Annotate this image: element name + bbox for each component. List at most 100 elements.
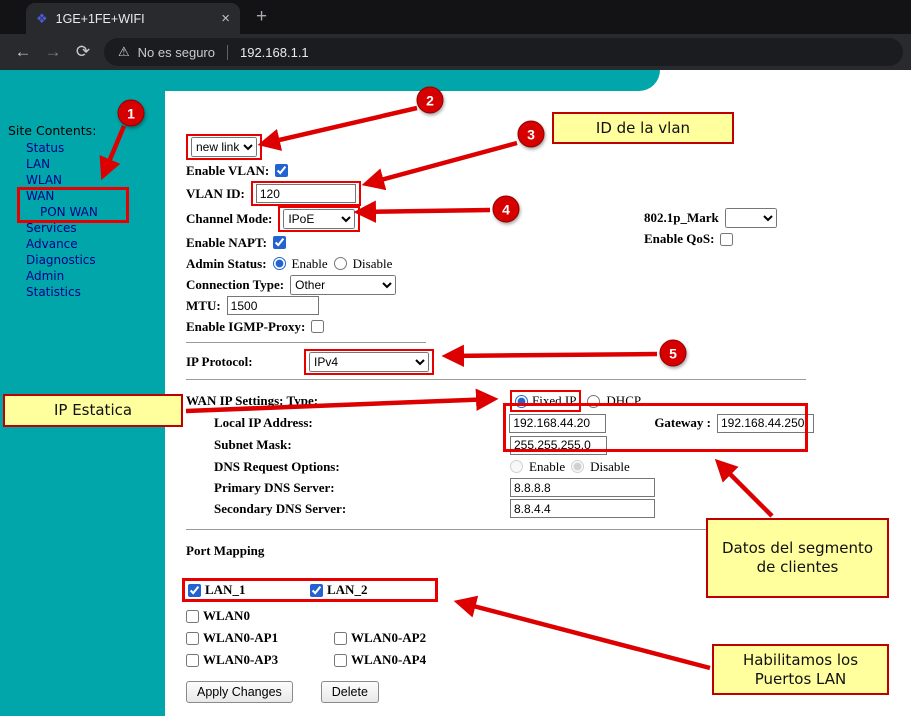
- dhcp-option-label: DHCP: [606, 393, 641, 409]
- wlan0-checkbox[interactable]: [186, 610, 199, 623]
- lan2-checkbox[interactable]: [310, 584, 323, 597]
- enable-vlan-label: Enable VLAN:: [186, 163, 269, 179]
- browser-tab[interactable]: ❖ 1GE+1FE+WIFI ×: [26, 3, 240, 34]
- sidebar-item-admin[interactable]: Admin: [26, 269, 165, 285]
- admin-enable-option-label: Enable: [292, 256, 328, 272]
- enable-napt-checkbox[interactable]: [273, 236, 286, 249]
- dns-enable-radio[interactable]: [510, 460, 523, 473]
- port-checkbox-item: LAN_1: [188, 582, 310, 598]
- url-text: 192.168.1.1: [240, 45, 309, 60]
- gateway-input[interactable]: [717, 414, 814, 433]
- subnet-mask-input[interactable]: [510, 436, 607, 455]
- admin-status-label: Admin Status:: [186, 256, 267, 272]
- channel-mode-label: Channel Mode:: [186, 211, 272, 227]
- divider: [186, 342, 426, 343]
- annotation-box-ip-protocol: IPv4: [304, 349, 434, 375]
- sidebar-item-wan[interactable]: WAN: [26, 189, 165, 205]
- annotation-box-channel-mode: IPoE: [278, 206, 360, 232]
- enable-vlan-checkbox[interactable]: [275, 164, 288, 177]
- channel-mode-select[interactable]: IPoE: [283, 209, 355, 229]
- admin-enable-radio[interactable]: [273, 257, 286, 270]
- wlan0-ap2-checkbox[interactable]: [334, 632, 347, 645]
- vlan-id-input[interactable]: [256, 184, 356, 203]
- tab-close-icon[interactable]: ×: [221, 10, 230, 27]
- browser-window: ❖ 1GE+1FE+WIFI × + ← → ⟳ ⚠ No es seguro …: [0, 0, 911, 716]
- fixed-ip-radio[interactable]: [515, 395, 528, 408]
- apply-changes-button[interactable]: Apply Changes: [186, 681, 293, 703]
- security-label: No es seguro: [138, 45, 215, 60]
- url-separator: [227, 45, 228, 60]
- mtu-label: MTU:: [186, 298, 221, 314]
- igmp-proxy-label: Enable IGMP-Proxy:: [186, 319, 305, 335]
- dns-request-options-label: DNS Request Options:: [214, 459, 504, 475]
- sidebar-item-wlan[interactable]: WLAN: [26, 173, 165, 189]
- ip-protocol-select[interactable]: IPv4: [309, 352, 429, 372]
- tab-strip: ❖ 1GE+1FE+WIFI × +: [0, 0, 911, 34]
- primary-dns-label: Primary DNS Server:: [214, 480, 504, 496]
- mtu-input[interactable]: [227, 296, 319, 315]
- 8021p-mark-label: 802.1p_Mark: [644, 210, 719, 226]
- annotation-box-lan-ports: LAN_1 LAN_2: [182, 578, 438, 602]
- lan2-label: LAN_2: [327, 582, 367, 598]
- enable-qos-label: Enable QoS:: [644, 231, 714, 247]
- secondary-dns-input[interactable]: [510, 499, 655, 518]
- wlan0-ap4-checkbox[interactable]: [334, 654, 347, 667]
- sidebar-item-status[interactable]: Status: [26, 141, 165, 157]
- divider: [186, 379, 806, 380]
- reload-icon[interactable]: ⟳: [68, 42, 98, 62]
- sidebar-item-pon-wan[interactable]: PON WAN: [40, 205, 165, 221]
- favicon-icon: ❖: [36, 12, 48, 25]
- admin-disable-option-label: Disable: [353, 256, 393, 272]
- lan1-label: LAN_1: [205, 582, 245, 598]
- gateway-label: Gateway :: [654, 415, 711, 431]
- router-config-page: Site Contents: Status LAN WLAN WAN PON W…: [0, 70, 911, 716]
- dhcp-radio[interactable]: [587, 395, 600, 408]
- wlan0-ap3-checkbox[interactable]: [186, 654, 199, 667]
- local-ip-input[interactable]: [509, 414, 606, 433]
- sidebar-item-services[interactable]: Services: [26, 221, 165, 237]
- wlan0-ap2-label: WLAN0-AP2: [351, 630, 426, 646]
- link-select[interactable]: new link: [191, 137, 257, 157]
- port-checkbox-item: WLAN0-AP2: [334, 630, 482, 646]
- back-icon[interactable]: ←: [8, 42, 38, 62]
- address-bar[interactable]: ⚠ No es seguro 192.168.1.1: [104, 38, 903, 66]
- enable-napt-label: Enable NAPT:: [186, 235, 267, 251]
- sidebar-item-lan[interactable]: LAN: [26, 157, 165, 173]
- delete-button[interactable]: Delete: [321, 681, 379, 703]
- sidebar-item-statistics[interactable]: Statistics: [26, 285, 165, 301]
- vlan-id-label: VLAN ID:: [186, 186, 245, 202]
- port-checkbox-item: WLAN0: [186, 608, 334, 624]
- dns-enable-option-label: Enable: [529, 459, 565, 475]
- annotation-box-link-select: new link: [186, 134, 262, 160]
- port-checkbox-item: WLAN0-AP4: [334, 652, 482, 668]
- subnet-mask-label: Subnet Mask:: [214, 437, 504, 453]
- divider: [186, 529, 806, 530]
- wlan0-ap4-label: WLAN0-AP4: [351, 652, 426, 668]
- sidebar-title: Site Contents:: [8, 123, 165, 141]
- sidebar-item-advance[interactable]: Advance: [26, 237, 165, 253]
- port-checkbox-item: WLAN0-AP3: [186, 652, 334, 668]
- ip-protocol-label: IP Protocol:: [186, 354, 298, 370]
- dns-disable-radio[interactable]: [571, 460, 584, 473]
- new-tab-icon[interactable]: +: [256, 6, 267, 28]
- annotation-box-vlan-id: [251, 181, 361, 206]
- wan-ip-settings-label: WAN IP Settings: Type:: [186, 393, 504, 409]
- local-ip-label: Local IP Address:: [214, 415, 503, 431]
- lan1-checkbox[interactable]: [188, 584, 201, 597]
- wlan0-ap1-checkbox[interactable]: [186, 632, 199, 645]
- connection-type-select[interactable]: Other: [290, 275, 396, 295]
- admin-disable-radio[interactable]: [334, 257, 347, 270]
- wlan0-ap3-label: WLAN0-AP3: [203, 652, 278, 668]
- port-checkbox-item: WLAN0-AP1: [186, 630, 334, 646]
- not-secure-warning-icon: ⚠: [118, 44, 130, 60]
- primary-dns-input[interactable]: [510, 478, 655, 497]
- browser-toolbar: ← → ⟳ ⚠ No es seguro 192.168.1.1: [0, 34, 911, 70]
- 8021p-mark-select[interactable]: [725, 208, 777, 228]
- tab-title: 1GE+1FE+WIFI: [56, 12, 214, 26]
- annotation-box-fixed-ip: Fixed IP: [510, 390, 581, 412]
- forward-icon[interactable]: →: [38, 42, 68, 62]
- igmp-proxy-checkbox[interactable]: [311, 320, 324, 333]
- secondary-dns-label: Secondary DNS Server:: [214, 501, 504, 517]
- sidebar-item-diagnostics[interactable]: Diagnostics: [26, 253, 165, 269]
- enable-qos-checkbox[interactable]: [720, 233, 733, 246]
